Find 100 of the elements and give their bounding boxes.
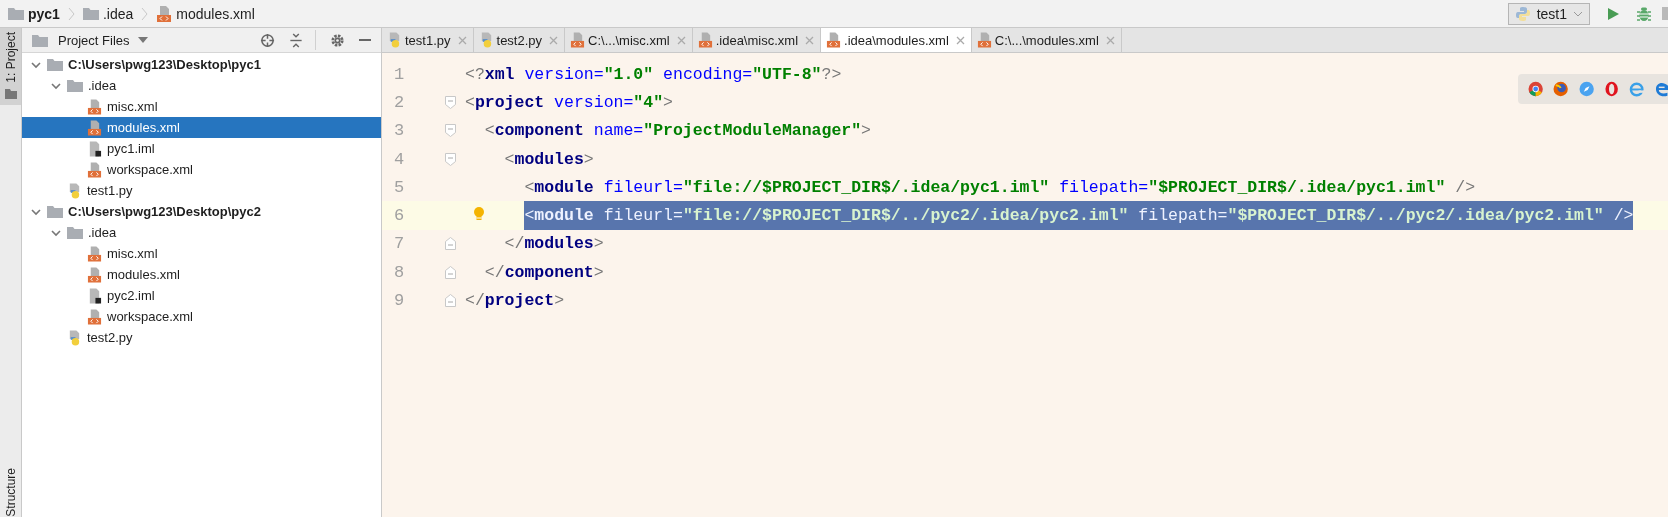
code-line: <component name="ProjectModuleManager"> — [484, 120, 871, 143]
line-number: 8 — [393, 262, 406, 282]
tool-window-tab[interactable]: Structure — [0, 464, 21, 517]
module-file-icon — [87, 287, 102, 304]
bug-icon[interactable] — [1636, 5, 1652, 22]
crosshair-icon[interactable] — [260, 32, 275, 48]
tree-item-label: modules.xml — [107, 120, 180, 135]
code-line: </modules> — [504, 233, 604, 256]
browser-icon[interactable] — [1578, 81, 1594, 97]
browser-icon[interactable] — [1629, 81, 1645, 97]
close-icon[interactable] — [1105, 35, 1115, 45]
xml-file-icon — [87, 119, 102, 136]
code-line: <module fileurl="file://$PROJECT_DIR$/.idea/pyc1.iml" filepath="$PROJECT_DIR$/.idea/pyc1.iml" /> — [524, 176, 1476, 199]
xml-file-icon — [156, 5, 173, 22]
fold-marker-icon[interactable] — [444, 237, 456, 251]
chevron-separator-icon — [67, 6, 75, 21]
tree-item-label: C:\Users\pwg123\Desktop\pyc1 — [68, 57, 261, 72]
folder-icon — [82, 7, 99, 20]
line-number: 5 — [393, 177, 406, 197]
caret-icon — [1573, 10, 1583, 17]
fold-marker-icon[interactable] — [444, 124, 456, 138]
tree-item[interactable]: C:\Users\pwg123\Desktop\pyc1 — [22, 54, 381, 75]
folder-icon — [4, 88, 17, 99]
close-icon[interactable] — [549, 35, 559, 45]
line-number: 2 — [393, 92, 406, 112]
fold-marker-icon[interactable] — [444, 294, 456, 307]
code-line: </component> — [484, 261, 604, 284]
chevron-separator-icon — [141, 6, 149, 21]
code-line: <modules> — [504, 148, 594, 171]
line-number: 4 — [393, 149, 406, 169]
folder-icon — [8, 7, 24, 20]
folder-icon — [32, 33, 48, 47]
tree-item-label: workspace.xml — [107, 309, 193, 324]
tree-item[interactable]: misc.xml — [22, 243, 381, 264]
fold-marker-icon[interactable] — [444, 152, 456, 166]
fold-marker-icon[interactable] — [444, 95, 456, 109]
folder-icon — [67, 226, 83, 239]
python-file-icon — [387, 32, 402, 48]
tree-item[interactable]: .idea — [22, 222, 381, 243]
xml-file-icon — [87, 98, 102, 115]
tree-item[interactable]: workspace.xml — [22, 306, 381, 327]
line-number: 6 — [393, 206, 406, 226]
line-number: 1 — [393, 64, 406, 84]
line-number: 7 — [393, 234, 406, 254]
run-configuration-dropdown[interactable]: test1 — [1507, 2, 1590, 25]
collapse-all-icon[interactable] — [289, 32, 303, 48]
tree-item-label: misc.xml — [107, 246, 158, 261]
tree-item[interactable]: modules.xml — [22, 264, 381, 285]
tree-item[interactable]: pyc2.iml — [22, 285, 381, 306]
breadcrumb-item[interactable]: modules.xml — [176, 5, 255, 22]
panel-title[interactable]: Project Files — [58, 32, 130, 48]
tree-item[interactable]: misc.xml — [22, 96, 381, 117]
line-number: 3 — [393, 121, 406, 141]
tree-item-label: .idea — [88, 78, 117, 93]
tree-item[interactable]: pyc1.iml — [22, 138, 381, 159]
tree-item[interactable]: C:\Users\pwg123\Desktop\pyc2 — [22, 201, 381, 222]
code-line: <project version="4"> — [465, 91, 673, 114]
fold-marker-icon[interactable] — [444, 265, 456, 279]
breadcrumb-item[interactable]: .idea — [102, 5, 134, 22]
tree-item-label: pyc2.iml — [107, 288, 155, 303]
tree-item-label: workspace.xml — [107, 162, 193, 177]
close-icon[interactable] — [955, 35, 965, 45]
tool-window-tab[interactable]: 1: Project — [0, 28, 21, 105]
tree-item-label: modules.xml — [107, 267, 180, 282]
folder-icon — [67, 79, 83, 92]
caret-icon[interactable] — [137, 37, 148, 43]
close-icon[interactable] — [676, 35, 686, 45]
browser-icon[interactable] — [1654, 81, 1668, 97]
tree-item[interactable]: workspace.xml — [22, 159, 381, 180]
chevron-icon — [31, 59, 41, 70]
close-icon[interactable] — [457, 35, 467, 45]
xml-file-icon — [976, 32, 992, 48]
browser-icon[interactable] — [1603, 81, 1620, 97]
tree-item-label: test1.py — [87, 183, 133, 198]
python-icon — [1514, 5, 1531, 22]
browser-icon[interactable] — [1553, 81, 1569, 97]
code-line: </project> — [465, 290, 565, 312]
settings-icon[interactable] — [330, 32, 345, 48]
python-file-icon — [67, 182, 82, 199]
xml-file-icon — [697, 32, 713, 48]
chevron-icon — [31, 206, 41, 217]
xml-file-icon — [87, 245, 102, 262]
tree-item[interactable]: test2.py — [22, 327, 381, 348]
folder-icon — [47, 58, 63, 71]
tree-item[interactable]: modules.xml — [22, 117, 381, 138]
tree-item[interactable]: test1.py — [22, 180, 381, 201]
code-line: <?xml version="1.0" encoding="UTF-8"?> — [465, 63, 842, 86]
run-icon[interactable] — [1606, 6, 1620, 21]
tree-item[interactable]: .idea — [22, 75, 381, 96]
tree-item-label: misc.xml — [107, 99, 158, 114]
browser-icon[interactable] — [1528, 81, 1544, 97]
xml-file-icon — [826, 32, 842, 48]
lightbulb-icon[interactable] — [473, 206, 485, 223]
breadcrumb-item[interactable]: pyc1 — [28, 5, 60, 22]
editor-tab[interactable]: .idea\modules.xml — [821, 28, 972, 52]
tree-item-label: .idea — [88, 225, 117, 240]
xml-file-icon — [87, 161, 102, 178]
xml-file-icon — [87, 308, 102, 325]
close-icon[interactable] — [805, 35, 815, 45]
minimize-icon[interactable] — [359, 38, 371, 42]
